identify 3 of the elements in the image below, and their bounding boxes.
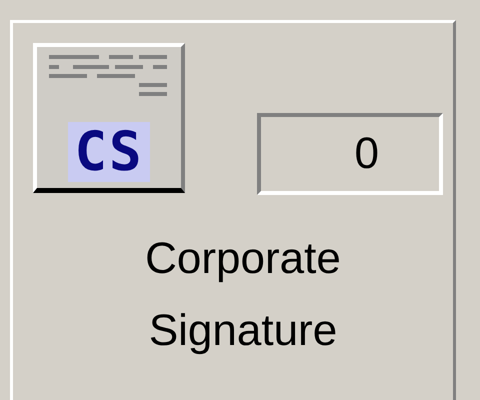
signature-button[interactable]: CS <box>33 43 185 193</box>
caption-label: Corporate Signature <box>144 233 342 357</box>
counter-field[interactable]: 0 <box>257 113 443 195</box>
